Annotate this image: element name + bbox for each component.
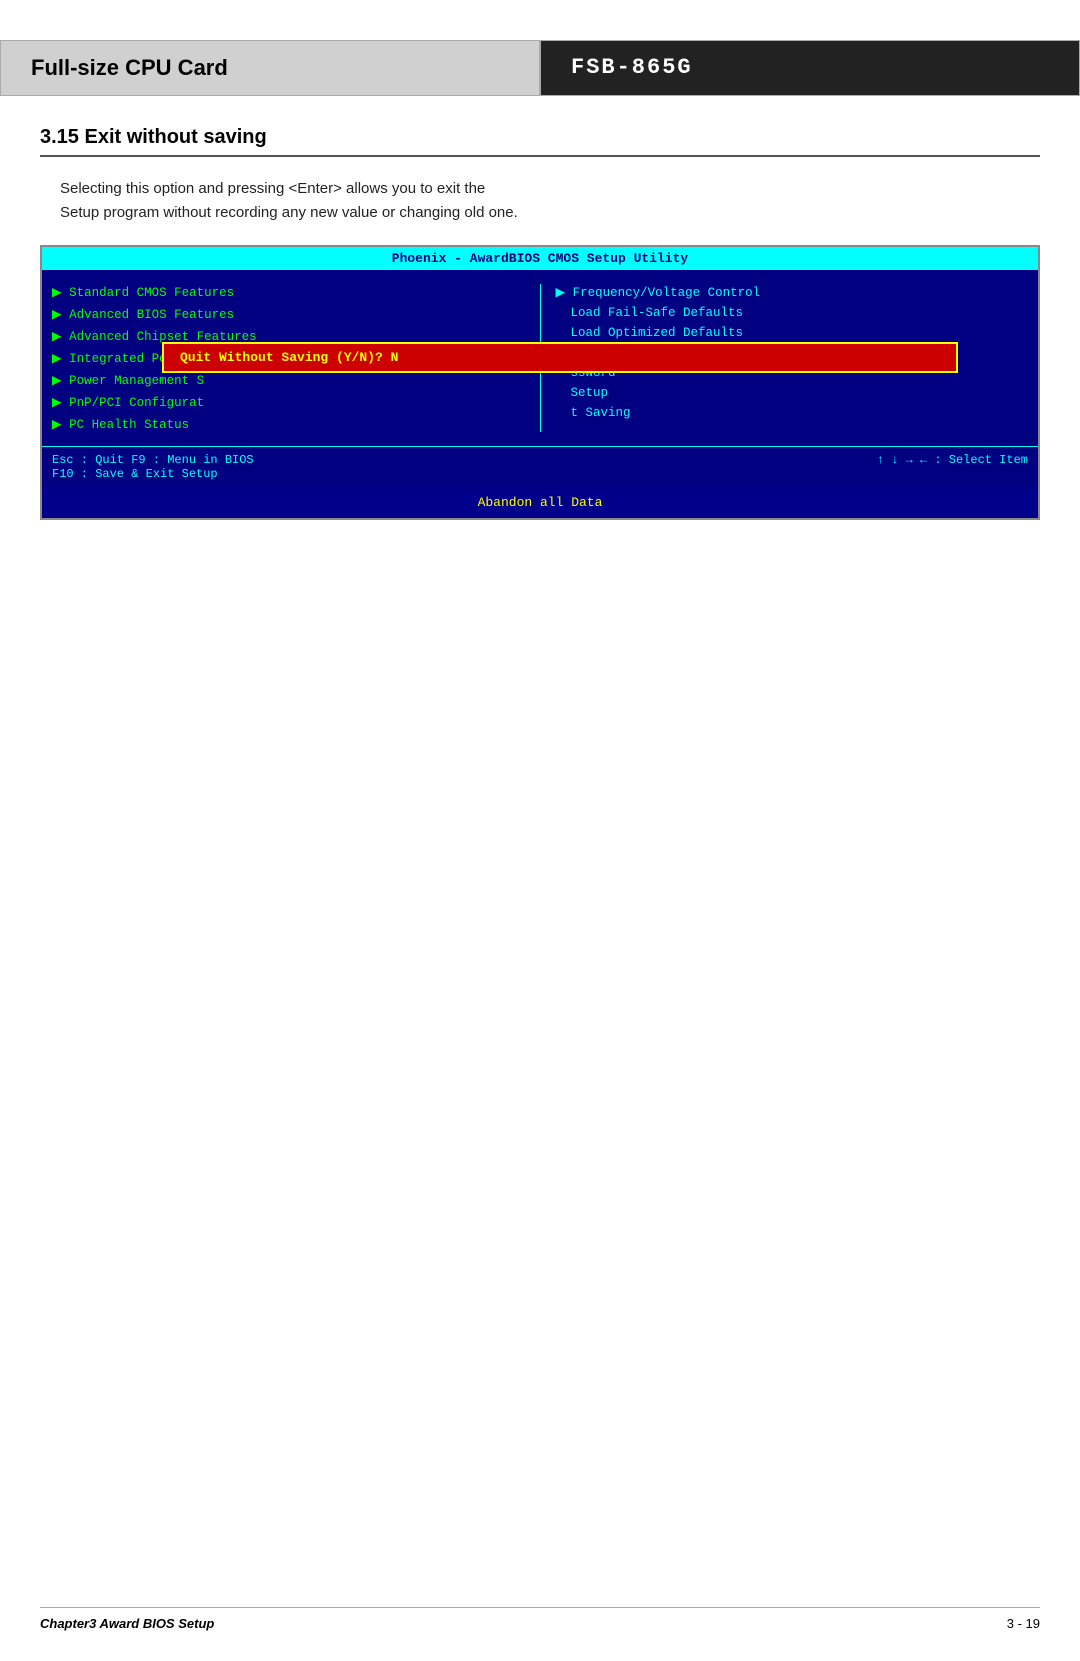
section-description: Selecting this option and pressing <Ente… xyxy=(60,177,1020,225)
quit-dialog-text: Quit Without Saving (Y/N)? N xyxy=(180,350,398,365)
bios-footer-arrows: ↑ ↓ → ← : Select Item xyxy=(877,453,1028,481)
bios-item-pnppci: ▶ PnP/PCI Configurat xyxy=(52,394,525,410)
bios-item-saving: t Saving xyxy=(556,406,1029,420)
bios-item-advanced-bios: ▶ Advanced BIOS Features xyxy=(52,306,525,322)
product-name: Full-size CPU Card xyxy=(0,40,540,96)
bios-footer-f10: F10 : Save & Exit Setup xyxy=(52,467,254,481)
description-line1: Selecting this option and pressing <Ente… xyxy=(60,180,485,197)
bios-body: ▶ Standard CMOS Features ▶ Advanced BIOS… xyxy=(42,270,1038,446)
bios-item-standard-cmos: ▶ Standard CMOS Features xyxy=(52,284,525,300)
bios-bottom-bar: Abandon all Data xyxy=(42,487,1038,518)
bios-item-setup: Setup xyxy=(556,386,1029,400)
description-line2: Setup program without recording any new … xyxy=(60,204,518,221)
page-number: 3 - 19 xyxy=(1007,1616,1040,1631)
bios-item-optimized: Load Optimized Defaults xyxy=(556,326,1029,340)
page-header: Full-size CPU Card FSB-865G xyxy=(0,40,1080,96)
bios-title: Phoenix - AwardBIOS CMOS Setup Utility xyxy=(42,247,1038,270)
bios-footer-esc: Esc : Quit F9 : Menu in BIOS xyxy=(52,453,254,467)
page-footer: Chapter3 Award BIOS Setup 3 - 19 xyxy=(40,1607,1040,1631)
bios-screen: Phoenix - AwardBIOS CMOS Setup Utility ▶… xyxy=(40,245,1040,520)
bios-item-power: ▶ Power Management S xyxy=(52,372,525,388)
bios-footer-left: Esc : Quit F9 : Menu in BIOS F10 : Save … xyxy=(52,453,254,481)
quit-dialog: Quit Without Saving (Y/N)? N xyxy=(162,342,958,373)
section-title: 3.15 Exit without saving xyxy=(40,126,1040,157)
bios-item-frequency: ▶ Frequency/Voltage Control xyxy=(556,284,1029,300)
bios-footer: Esc : Quit F9 : Menu in BIOS F10 : Save … xyxy=(42,446,1038,487)
model-number: FSB-865G xyxy=(540,40,1080,96)
bios-item-failsafe: Load Fail-Safe Defaults xyxy=(556,306,1029,320)
bios-item-health: ▶ PC Health Status xyxy=(52,416,525,432)
chapter-label: Chapter3 Award BIOS Setup xyxy=(40,1616,214,1631)
